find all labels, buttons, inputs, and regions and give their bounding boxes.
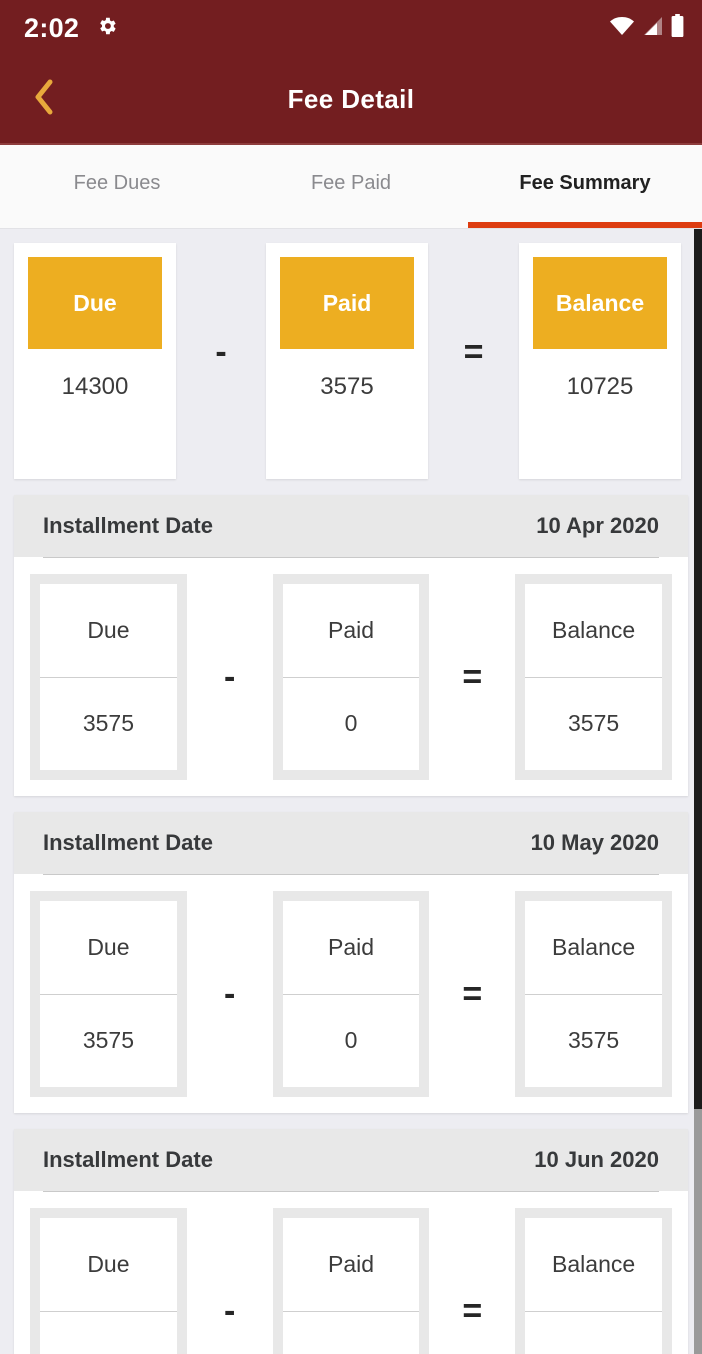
installment-card[interactable]: Installment Date 10 May 2020 Due 3575 - … xyxy=(14,812,688,1113)
installment-date-value: 10 May 2020 xyxy=(530,830,659,855)
installment-operator-minus: - xyxy=(224,658,236,696)
chevron-left-icon xyxy=(32,78,54,121)
installment-due-value: 3575 xyxy=(82,710,134,737)
installment-body: Due 3575 - Paid 0 = Balance 3575 xyxy=(14,558,688,796)
summary-card-due-value: 14300 xyxy=(61,373,129,400)
installment-due-label: Due xyxy=(40,1218,177,1312)
installment-header: Installment Date 10 Apr 2020 xyxy=(14,495,688,557)
installment-paid-label: Paid xyxy=(282,1218,420,1312)
installment-paid-value: 0 xyxy=(344,1027,358,1054)
installment-date-value: 10 Jun 2020 xyxy=(534,1147,659,1172)
installment-paid-value: 0 xyxy=(344,710,358,737)
installment-due-box: Due 3575 xyxy=(30,891,187,1097)
installment-date-label: Installment Date xyxy=(43,513,213,538)
tab-fee-dues-label: Fee Dues xyxy=(73,172,161,194)
installment-body: Due 3575 - Paid 0 = Balance 3575 xyxy=(14,875,688,1113)
vertical-scrollbar-thumb[interactable] xyxy=(694,1109,702,1354)
installment-due-inner: Due 3575 xyxy=(40,901,177,1087)
installment-balance-label: Balance xyxy=(525,584,663,678)
tab-fee-paid-label: Fee Paid xyxy=(310,172,392,194)
status-clock: 2:02 xyxy=(24,12,80,43)
tab-bar: Fee Dues Fee Paid Fee Summary xyxy=(0,145,702,229)
installment-balance-inner: Balance 3575 xyxy=(525,901,663,1087)
summary-card-due-label: Due xyxy=(28,257,162,349)
installment-due-label: Due xyxy=(40,901,177,995)
installment-paid-box: Paid 0 xyxy=(272,891,430,1097)
installment-card[interactable]: Installment Date 10 Jun 2020 Due - Paid xyxy=(14,1129,688,1354)
summary-card-paid-value: 3575 xyxy=(320,373,374,400)
tab-fee-summary-label: Fee Summary xyxy=(519,172,651,194)
installment-date-label: Installment Date xyxy=(43,830,213,855)
installment-header: Installment Date 10 May 2020 xyxy=(14,812,688,874)
installment-due-label: Due xyxy=(40,584,177,678)
installment-due-inner: Due 3575 xyxy=(40,584,177,770)
gear-icon xyxy=(96,15,118,42)
tab-fee-paid[interactable]: Fee Paid xyxy=(234,145,468,228)
installment-date-value: 10 Apr 2020 xyxy=(536,513,659,538)
status-bar-right xyxy=(609,14,684,42)
installment-paid-inner: Paid xyxy=(282,1218,420,1354)
tab-fee-summary[interactable]: Fee Summary xyxy=(468,145,702,228)
installment-date-label: Installment Date xyxy=(43,1147,213,1172)
installment-operator-equals: = xyxy=(462,1292,483,1330)
installment-balance-box: Balance 3575 xyxy=(515,574,673,780)
wifi-icon xyxy=(609,16,635,41)
installment-operator-equals: = xyxy=(462,975,483,1013)
app-bar: Fee Detail xyxy=(0,56,702,145)
installment-balance-value: 3575 xyxy=(568,1027,620,1054)
summary-card-paid-label: Paid xyxy=(280,257,414,349)
summary-card-balance-value: 10725 xyxy=(566,373,634,400)
installment-paid-label: Paid xyxy=(282,584,420,678)
installment-balance-label: Balance xyxy=(525,1218,663,1312)
back-button[interactable] xyxy=(0,55,86,144)
cellular-signal-icon xyxy=(642,16,664,41)
installment-balance-box: Balance xyxy=(515,1208,673,1354)
summary-operator-minus: - xyxy=(215,333,227,371)
summary-operator-equals: = xyxy=(463,333,484,371)
installment-paid-box: Paid 0 xyxy=(272,574,430,780)
installment-paid-inner: Paid 0 xyxy=(282,901,420,1087)
installment-paid-value xyxy=(283,1312,420,1354)
installment-due-value: 3575 xyxy=(82,1027,134,1054)
summary-card-due: Due 14300 xyxy=(14,243,176,479)
battery-icon xyxy=(671,14,684,42)
fee-summary-scroll-area[interactable]: Due 14300 - Paid 3575 = Balance 10725 In… xyxy=(0,229,702,1354)
installment-operator-equals: = xyxy=(462,658,483,696)
installment-balance-inner: Balance 3575 xyxy=(525,584,663,770)
installment-body: Due - Paid = Balance xyxy=(14,1192,688,1354)
installment-due-box: Due 3575 xyxy=(30,574,187,780)
installment-header: Installment Date 10 Jun 2020 xyxy=(14,1129,688,1191)
installment-paid-inner: Paid 0 xyxy=(282,584,420,770)
page-title: Fee Detail xyxy=(287,84,415,114)
app-screen: 2:02 Fee Detail Fee Dues Fee Paid Fee Su… xyxy=(0,0,702,1354)
installment-operator-minus: - xyxy=(224,1292,236,1330)
installment-due-box: Due xyxy=(30,1208,187,1354)
installment-balance-value xyxy=(525,1312,662,1354)
status-bar-left: 2:02 xyxy=(24,12,118,43)
installment-paid-label: Paid xyxy=(282,901,420,995)
installment-due-value xyxy=(40,1312,177,1354)
fee-summary-totals: Due 14300 - Paid 3575 = Balance 10725 xyxy=(0,229,702,479)
installment-balance-inner: Balance xyxy=(525,1218,663,1354)
vertical-scrollbar-track[interactable] xyxy=(694,229,702,1354)
summary-card-balance-label: Balance xyxy=(533,257,667,349)
installment-balance-label: Balance xyxy=(525,901,663,995)
installment-balance-box: Balance 3575 xyxy=(515,891,673,1097)
installment-due-inner: Due xyxy=(40,1218,177,1354)
summary-card-paid: Paid 3575 xyxy=(266,243,428,479)
status-bar: 2:02 xyxy=(0,0,702,56)
installment-paid-box: Paid xyxy=(272,1208,430,1354)
installment-balance-value: 3575 xyxy=(568,710,620,737)
tab-fee-dues[interactable]: Fee Dues xyxy=(0,145,234,228)
installment-card[interactable]: Installment Date 10 Apr 2020 Due 3575 - … xyxy=(14,495,688,796)
installment-operator-minus: - xyxy=(224,975,236,1013)
summary-card-balance: Balance 10725 xyxy=(519,243,681,479)
